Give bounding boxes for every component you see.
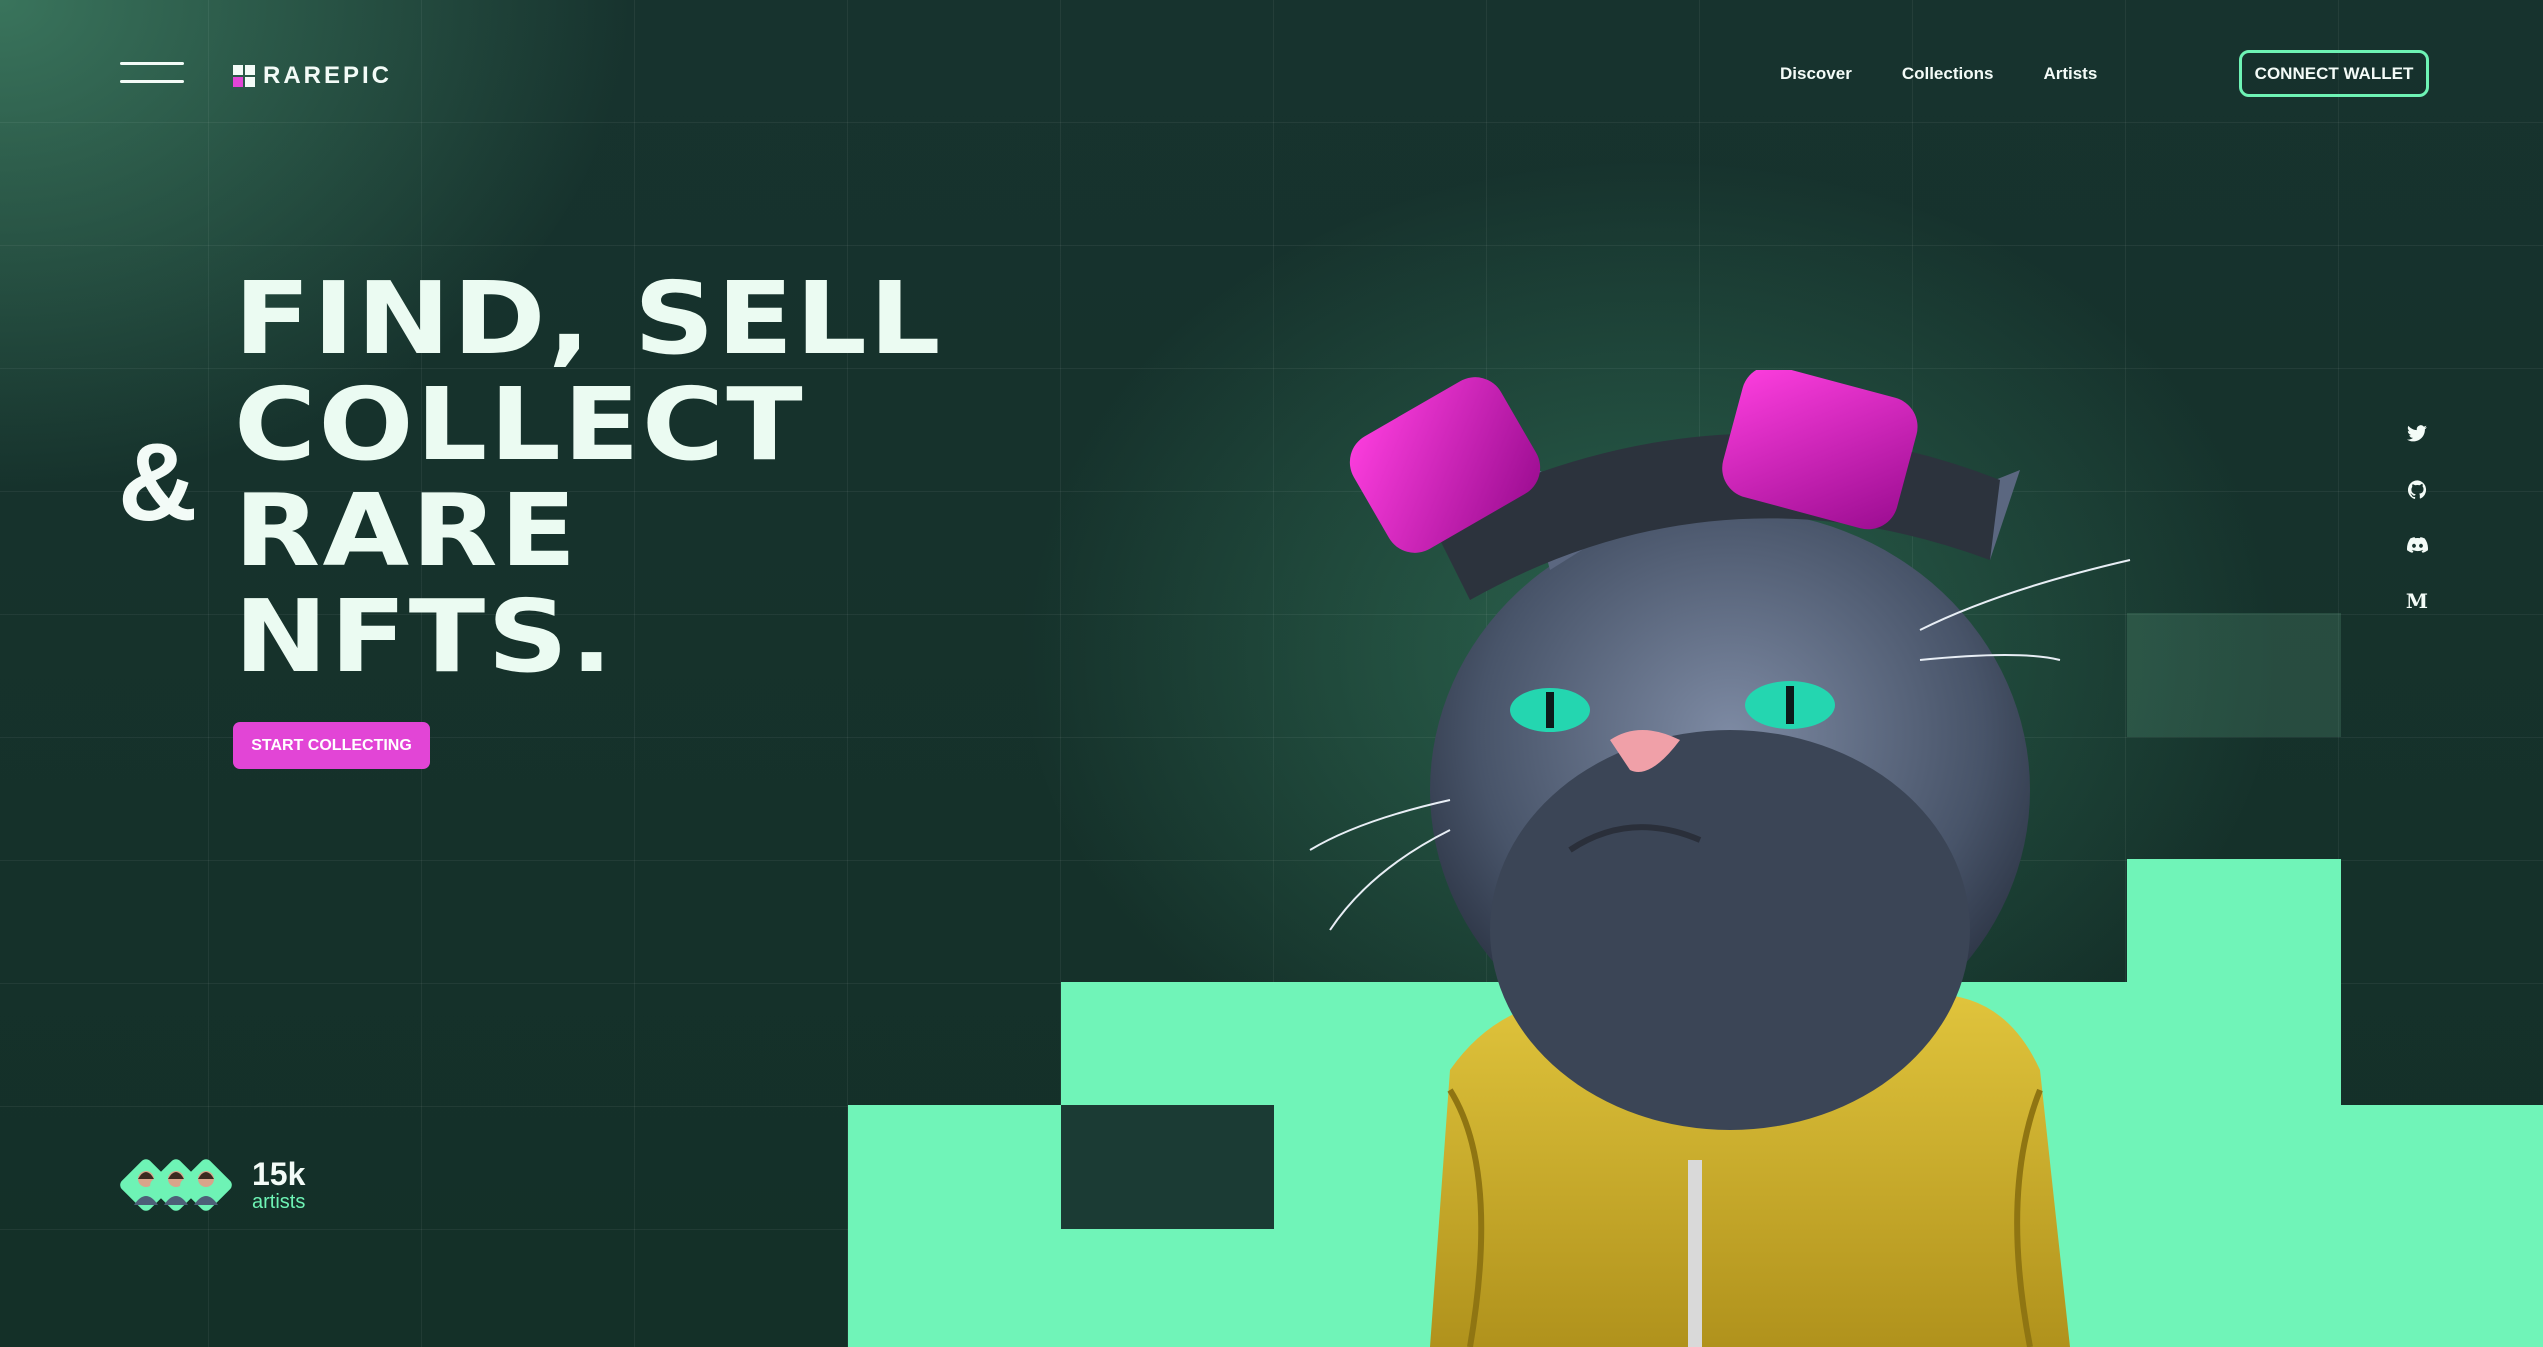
hero-ampersand: &: [118, 421, 198, 544]
nft-cat-illustration: [1309, 370, 2131, 1347]
social-links: M: [2404, 420, 2430, 614]
medium-icon[interactable]: M: [2404, 588, 2430, 614]
start-collecting-button[interactable]: START COLLECTING: [233, 722, 430, 769]
menu-hamburger-icon[interactable]: [120, 62, 184, 84]
headline-line: COLLECT: [234, 366, 805, 483]
artists-counter: 15k artists: [117, 1156, 305, 1214]
avatar: [177, 1156, 235, 1214]
dark-block: [1061, 1105, 1274, 1229]
twitter-icon[interactable]: [2404, 420, 2430, 446]
hero-headline: FIND, SELL COLLECT RARE NFTS.: [234, 266, 940, 690]
artists-count: 15k: [252, 1156, 306, 1192]
headline-line: RARE: [234, 472, 579, 589]
main-nav: Discover Collections Artists: [1780, 64, 2097, 84]
headline-line: NFTS.: [234, 578, 616, 695]
artists-text: 15k artists: [252, 1157, 305, 1213]
artists-label: artists: [252, 1191, 306, 1213]
nav-link-collections[interactable]: Collections: [1902, 64, 1994, 84]
nav-link-artists[interactable]: Artists: [2043, 64, 2097, 84]
menu-line: [120, 80, 184, 83]
logo-mark-icon: [233, 65, 255, 87]
connect-wallet-button[interactable]: CONNECT WALLET: [2239, 50, 2429, 97]
github-icon[interactable]: [2404, 476, 2430, 502]
nav-link-discover[interactable]: Discover: [1780, 64, 1852, 84]
headline-line: FIND, SELL: [234, 260, 943, 377]
discord-icon[interactable]: [2404, 532, 2430, 558]
menu-line: [120, 62, 184, 65]
brand-logo[interactable]: RAREPIC: [233, 62, 392, 90]
logo-text: RAREPIC: [263, 62, 393, 89]
